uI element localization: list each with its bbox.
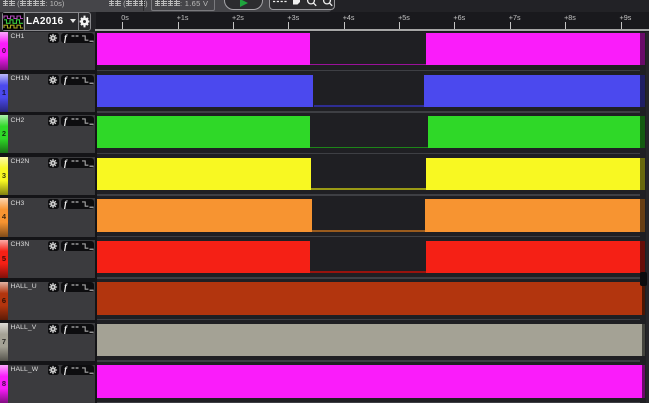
svg-text:f: f [64, 241, 68, 251]
svg-text:f: f [64, 75, 68, 85]
svg-text:f: f [64, 324, 68, 334]
svg-text:f: f [64, 33, 68, 43]
svg-text:f: f [64, 158, 68, 168]
svg-text:f: f [64, 282, 68, 292]
svg-text:f: f [64, 199, 68, 209]
svg-text:f: f [64, 365, 68, 375]
svg-text:f: f [64, 116, 68, 126]
